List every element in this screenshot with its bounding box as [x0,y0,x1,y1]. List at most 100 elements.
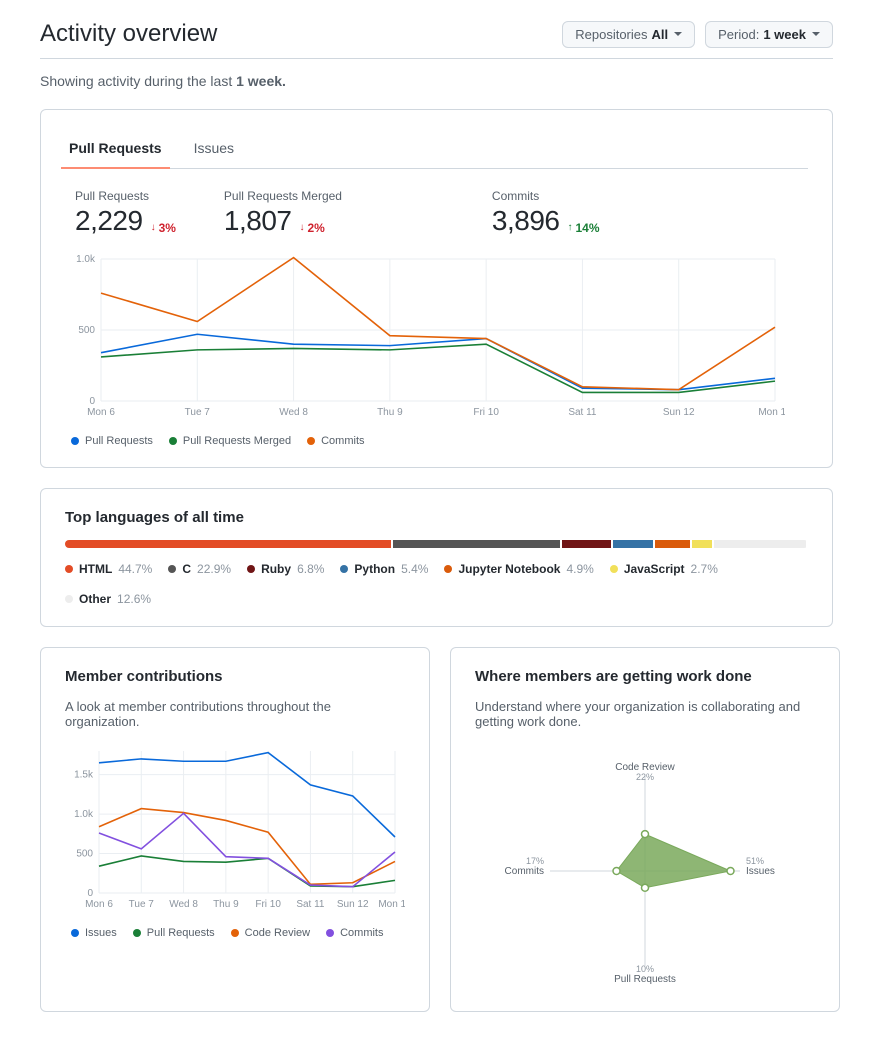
subheading-prefix: Showing activity during the last [40,73,236,89]
legend-dot-icon [247,565,255,573]
stat-commits: Commits 3,896 ↑14% [492,189,600,237]
tab-pull-requests[interactable]: Pull Requests [65,130,166,168]
legend-dot-icon [71,929,79,937]
legend-dot-icon [168,565,176,573]
svg-text:17%: 17% [526,856,544,866]
svg-text:Commits: Commits [505,866,544,877]
legend-label: Commits [321,435,364,447]
svg-text:Sat 11: Sat 11 [296,899,325,910]
legend-label: Pull Requests [147,927,215,939]
member-contributions-subtitle: A look at member contributions throughou… [65,699,405,729]
activity-panel: Pull Requests Issues Pull Requests 2,229… [40,109,833,468]
work-distribution-chart: 22%Code Review51%Issues10%Pull Requests1… [475,741,815,991]
stat-pull-requests: Pull Requests 2,229 ↓3% [75,189,176,237]
language-legend-item: C 22.9% [168,562,231,576]
language-segment [714,540,806,548]
svg-text:1.5k: 1.5k [74,770,94,781]
legend-dot-icon [71,437,79,445]
subheading-period: 1 week. [236,73,286,89]
period-filter-value: 1 week [763,27,806,42]
legend-dot-icon [231,929,239,937]
legend-item: Issues [71,927,117,939]
language-pct: 2.7% [691,562,718,576]
legend-label: Issues [85,927,117,939]
svg-text:51%: 51% [746,856,764,866]
language-pct: 12.6% [117,592,151,606]
stat-delta: ↓3% [151,221,176,235]
arrow-down-icon: ↓ [300,222,305,233]
main-activity-chart: 05001.0kMon 6Tue 7Wed 8Thu 9Fri 10Sat 11… [65,249,785,419]
languages-panel: Top languages of all time HTML 44.7%C 22… [40,488,833,627]
work-distribution-subtitle: Understand where your organization is co… [475,699,815,729]
legend-dot-icon [169,437,177,445]
work-distribution-panel: Where members are getting work done Unde… [450,647,840,1012]
language-name: C [182,562,191,576]
language-segment [613,540,652,548]
language-segment [562,540,612,548]
svg-text:500: 500 [78,325,95,336]
stat-label: Commits [492,189,600,203]
legend-dot-icon [340,565,348,573]
svg-text:Fri 10: Fri 10 [473,407,499,418]
stat-value: 2,229 [75,205,143,237]
header: Activity overview Repositories All Perio… [40,20,833,59]
legend-dot-icon [326,929,334,937]
subheading: Showing activity during the last 1 week. [40,73,833,89]
chevron-down-icon [674,32,682,36]
language-name: JavaScript [624,562,685,576]
member-contributions-chart: 05001.0k1.5kMon 6Tue 7Wed 8Thu 9Fri 10Sa… [65,741,405,911]
svg-text:Sat 11: Sat 11 [568,407,597,418]
legend-dot-icon [133,929,141,937]
language-legend-item: HTML 44.7% [65,562,152,576]
svg-text:Issues: Issues [746,866,775,877]
svg-text:Tue 7: Tue 7 [185,407,211,418]
svg-text:10%: 10% [636,964,654,974]
legend-label: Pull Requests [85,435,153,447]
chevron-down-icon [812,32,820,36]
stat-delta: ↓2% [300,221,325,235]
svg-text:Sun 12: Sun 12 [663,407,695,418]
language-legend-item: Other 12.6% [65,592,151,606]
legend-item: Commits [307,435,364,447]
svg-text:Code Review: Code Review [615,762,675,773]
filter-group: Repositories All Period: 1 week [562,21,833,48]
language-name: Ruby [261,562,291,576]
tab-issues[interactable]: Issues [190,130,238,168]
member-chart-legend: Issues Pull Requests Code Review Commits [65,927,405,939]
svg-text:Mon 13: Mon 13 [758,407,785,418]
svg-text:Sun 12: Sun 12 [337,899,369,910]
legend-label: Code Review [245,927,310,939]
language-pct: 5.4% [401,562,428,576]
legend-dot-icon [444,565,452,573]
main-chart-legend: Pull Requests Pull Requests Merged Commi… [65,435,808,447]
repositories-filter-label: Repositories [575,27,647,42]
languages-legend: HTML 44.7%C 22.9%Ruby 6.8%Python 5.4%Jup… [65,562,808,606]
language-name: Other [79,592,111,606]
page-title: Activity overview [40,20,217,48]
language-name: HTML [79,562,112,576]
svg-text:0: 0 [87,888,93,899]
language-segment [393,540,560,548]
svg-text:Fri 10: Fri 10 [255,899,281,910]
stat-delta: ↑14% [568,221,600,235]
stat-value: 3,896 [492,205,560,237]
stat-label: Pull Requests [75,189,176,203]
svg-text:500: 500 [76,849,93,860]
language-segment [655,540,691,548]
legend-dot-icon [65,565,73,573]
repositories-filter-button[interactable]: Repositories All [562,21,695,48]
svg-text:Mon 6: Mon 6 [87,407,115,418]
language-pct: 4.9% [566,562,593,576]
legend-item: Commits [326,927,383,939]
stat-label: Pull Requests Merged [224,189,444,203]
language-pct: 44.7% [118,562,152,576]
stat-value: 1,807 [224,205,292,237]
legend-item: Pull Requests [71,435,153,447]
language-name: Python [354,562,395,576]
member-contributions-title: Member contributions [65,668,405,685]
svg-text:22%: 22% [636,772,654,782]
svg-text:Wed 8: Wed 8 [169,899,198,910]
period-filter-button[interactable]: Period: 1 week [705,21,833,48]
legend-item: Code Review [231,927,310,939]
repositories-filter-value: All [652,27,669,42]
